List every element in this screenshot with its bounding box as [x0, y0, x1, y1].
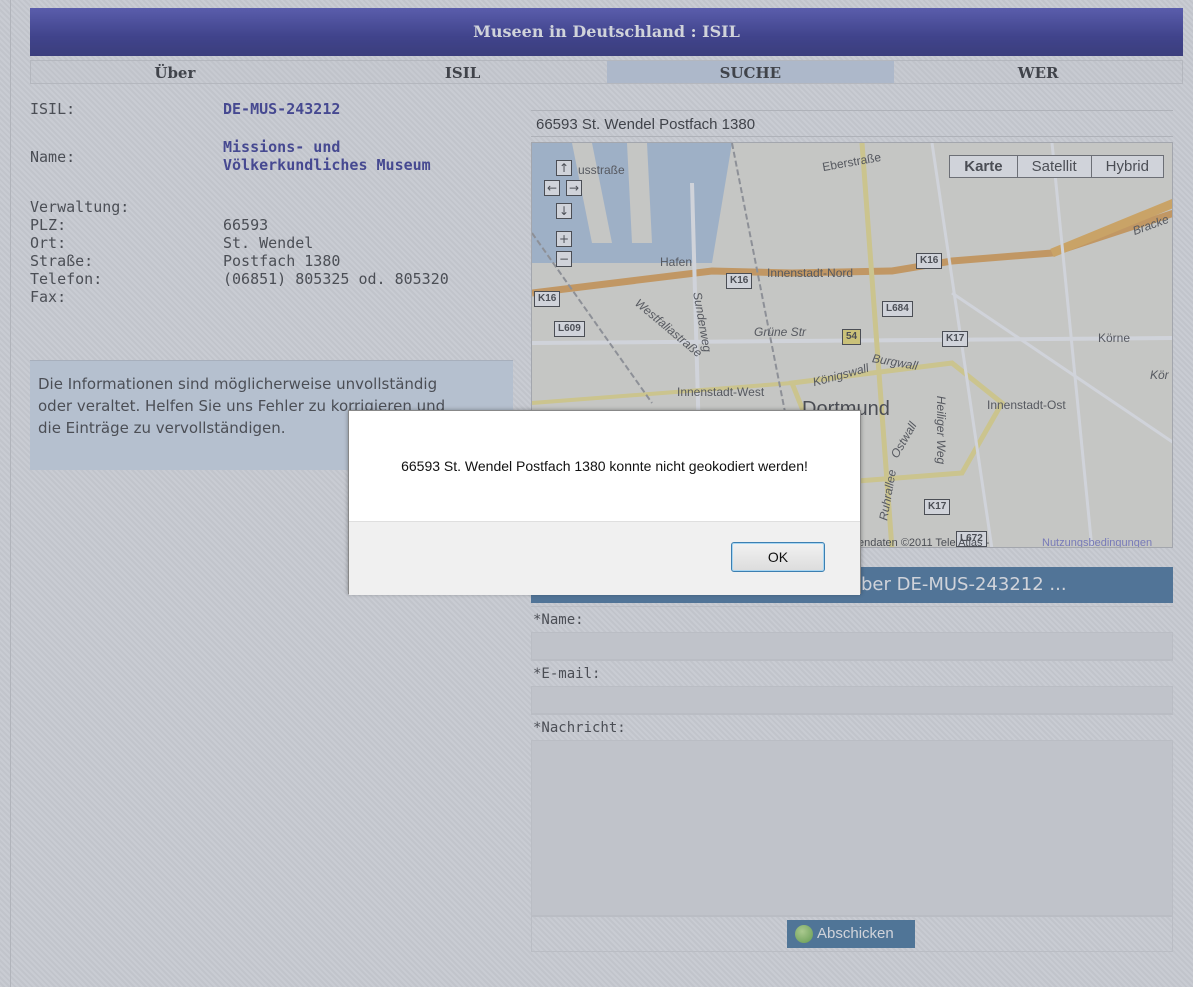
- ok-button[interactable]: OK: [731, 542, 825, 572]
- alert-message: 66593 St. Wendel Postfach 1380 konnte ni…: [401, 458, 808, 474]
- alert-button-bar: OK: [349, 521, 860, 595]
- alert-dialog: 66593 St. Wendel Postfach 1380 konnte ni…: [348, 410, 861, 595]
